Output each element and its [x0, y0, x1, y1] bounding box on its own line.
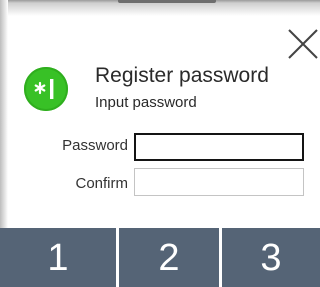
dialog-title: Register password: [95, 64, 269, 87]
keypad-key-2[interactable]: 2: [119, 228, 219, 287]
close-icon: [288, 29, 318, 59]
password-cursor-icon: [34, 79, 54, 99]
register-password-dialog: Register password Input password Passwor…: [0, 0, 320, 287]
confirm-label: Confirm: [75, 175, 128, 192]
password-label: Password: [62, 137, 128, 154]
close-button[interactable]: [286, 27, 320, 61]
keypad-key-3[interactable]: 3: [222, 228, 320, 287]
app-icon: [24, 67, 68, 111]
password-field[interactable]: [134, 133, 304, 161]
numeric-keypad: 1 2 3: [0, 228, 320, 287]
confirm-field[interactable]: [134, 168, 304, 196]
left-edge-shadow: [0, 0, 8, 228]
dialog-subtitle: Input password: [95, 94, 197, 111]
keypad-key-1[interactable]: 1: [0, 228, 116, 287]
top-edge-shadow: [0, 0, 320, 16]
